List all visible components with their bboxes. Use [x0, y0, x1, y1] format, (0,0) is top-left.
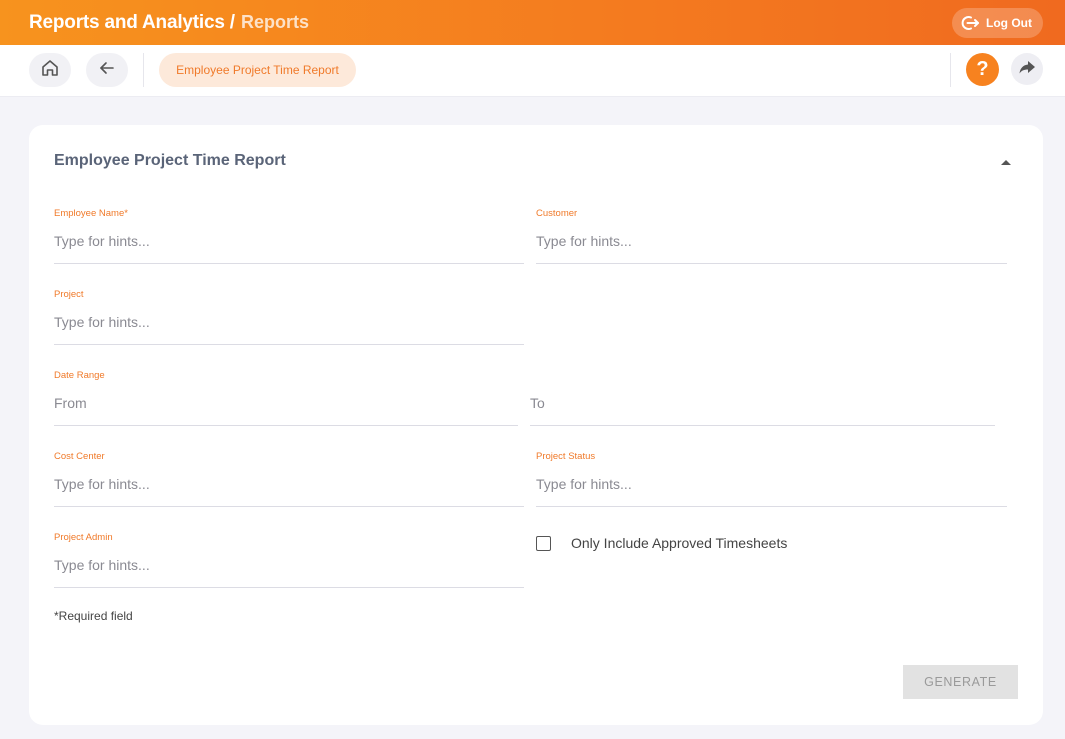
arrow-left-icon	[98, 59, 116, 82]
date-range-to-field	[530, 370, 995, 426]
chevron-up-icon	[999, 156, 1013, 173]
date-range-label: Date Range	[54, 370, 105, 381]
report-card: Employee Project Time Report Employee Na…	[29, 125, 1043, 725]
logout-label: Log Out	[986, 16, 1032, 30]
breadcrumb-separator: /	[229, 11, 235, 33]
generate-button[interactable]: GENERATE	[903, 665, 1018, 699]
project-admin-input[interactable]	[54, 543, 524, 588]
share-icon	[1017, 57, 1037, 82]
project-status-field: Project Status	[536, 451, 1007, 507]
cost-center-field: Cost Center	[54, 451, 524, 507]
customer-label: Customer	[536, 208, 578, 219]
back-button[interactable]	[86, 53, 128, 87]
tab-employee-project-time-report[interactable]: Employee Project Time Report	[159, 53, 356, 87]
approved-timesheets-option[interactable]: Only Include Approved Timesheets	[536, 535, 787, 551]
employee-name-label: Employee Name*	[54, 208, 128, 219]
project-admin-field: Project Admin	[54, 532, 524, 588]
date-from-input[interactable]	[54, 381, 518, 426]
project-status-label: Project Status	[536, 451, 596, 462]
date-to-input[interactable]	[530, 381, 995, 426]
logout-icon	[960, 13, 980, 33]
project-status-input[interactable]	[536, 462, 1007, 507]
cost-center-input[interactable]	[54, 462, 524, 507]
home-button[interactable]	[29, 53, 71, 87]
collapse-button[interactable]	[999, 155, 1013, 169]
customer-input[interactable]	[536, 219, 1007, 264]
approved-timesheets-checkbox[interactable]	[536, 535, 551, 551]
logout-button[interactable]: Log Out	[952, 8, 1043, 38]
share-button[interactable]	[1011, 53, 1043, 85]
employee-name-input[interactable]	[54, 219, 524, 264]
employee-name-field: Employee Name*	[54, 208, 524, 264]
app-header: Reports and Analytics / Reports Log Out	[0, 0, 1065, 45]
date-range-from-field: Date Range	[54, 370, 518, 426]
approved-timesheets-label: Only Include Approved Timesheets	[571, 535, 788, 551]
project-field: Project	[54, 289, 524, 345]
cost-center-label: Cost Center	[54, 451, 105, 462]
help-icon: ?	[976, 58, 989, 80]
project-admin-label: Project Admin	[54, 532, 113, 543]
toolbar-divider	[143, 53, 144, 87]
breadcrumb-reports[interactable]: Reports	[241, 12, 309, 33]
project-input[interactable]	[54, 300, 524, 345]
toolbar: Employee Project Time Report ?	[0, 45, 1065, 97]
toolbar-divider	[950, 53, 951, 87]
customer-field: Customer	[536, 208, 1007, 264]
header-title: Reports and Analytics	[29, 11, 225, 33]
project-label: Project	[54, 289, 84, 300]
home-icon	[40, 58, 60, 83]
help-button[interactable]: ?	[966, 53, 999, 86]
card-title: Employee Project Time Report	[54, 152, 286, 169]
required-field-note: *Required field	[54, 609, 133, 623]
